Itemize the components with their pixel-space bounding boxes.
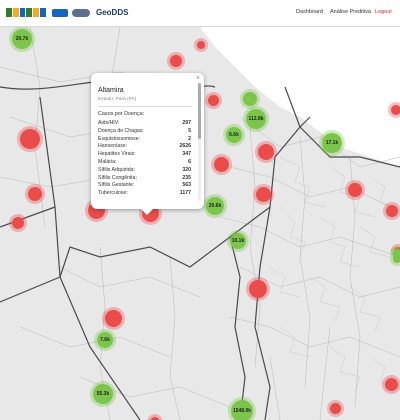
disease-row: Sífilis Adquirida: 320	[98, 167, 191, 175]
disease-name: Hepatites Virais:	[98, 151, 136, 158]
disease-name: Doença de Chagas:	[98, 127, 144, 134]
disease-count: 320	[182, 166, 191, 173]
institution-logo	[72, 9, 90, 17]
disease-count: 563	[182, 182, 191, 189]
cluster-marker[interactable]	[393, 249, 400, 263]
cluster-marker[interactable]: 55.3k	[93, 384, 113, 404]
cluster-marker[interactable]	[214, 157, 229, 172]
popup-heading: Casos por Doença:	[98, 111, 145, 117]
popup-divider	[98, 106, 192, 107]
disease-count: 2626	[179, 143, 191, 150]
popup-state: Estado: Pará (PA)	[98, 97, 137, 102]
nav-dashboard[interactable]: Dashboard	[296, 9, 323, 15]
popup-pointer	[141, 209, 153, 215]
cluster-marker[interactable]	[12, 217, 24, 229]
disease-count: 1177	[179, 190, 191, 197]
cluster-marker[interactable]: 20.7k	[12, 29, 32, 49]
disease-row: Hanseníase: 2626	[98, 143, 191, 151]
disease-count: 235	[182, 174, 191, 181]
cluster-marker[interactable]	[256, 187, 271, 202]
sus-logo	[52, 9, 68, 17]
disease-row: Tuberculose: 1177	[98, 190, 191, 198]
disease-row: Doença de Chagas: 5	[98, 128, 191, 136]
cluster-marker[interactable]: 20.6k	[206, 197, 224, 215]
cluster-marker[interactable]: 10.1k	[230, 233, 246, 249]
disease-row: Aids/HIV: 297	[98, 120, 191, 128]
cluster-marker[interactable]: 17.1k	[322, 133, 342, 153]
cluster-marker[interactable]	[249, 280, 267, 298]
disease-row: Esquistossomose: 2	[98, 136, 191, 144]
cluster-marker[interactable]: 1548.0k	[231, 400, 253, 420]
disease-count: 5	[188, 127, 191, 134]
disease-row: Malária: 6	[98, 159, 191, 167]
close-icon[interactable]: ×	[196, 75, 200, 82]
disease-row: Sífilis Congênita: 235	[98, 175, 191, 183]
disease-name: Sífilis Congênita:	[98, 174, 137, 181]
government-logo	[6, 8, 46, 17]
nav-logout[interactable]: Logout	[375, 9, 392, 15]
cluster-marker[interactable]	[20, 129, 40, 149]
popup-city-name: Altamira	[98, 87, 124, 94]
top-navbar: GeoDDS Dashboard Análise Preditiva Logou…	[0, 0, 400, 27]
cluster-marker[interactable]	[208, 95, 219, 106]
cluster-marker[interactable]	[197, 41, 205, 49]
popup-scrollbar[interactable]	[198, 83, 201, 201]
cluster-marker[interactable]	[105, 310, 122, 327]
cluster-marker[interactable]	[391, 105, 400, 115]
disease-count: 6	[188, 158, 191, 165]
disease-name: Sífilis Adquirida:	[98, 166, 135, 173]
cluster-marker[interactable]	[348, 183, 362, 197]
disease-list: Aids/HIV: 297 Doença de Chagas: 5 Esquisto…	[98, 120, 191, 198]
disease-count: 347	[182, 151, 191, 158]
disease-row: Hepatites Virais: 347	[98, 151, 191, 159]
disease-name: Aids/HIV:	[98, 120, 120, 126]
cluster-marker[interactable]: 7.6k	[97, 332, 113, 348]
disease-name: Hanseníase:	[98, 143, 128, 150]
app-brand: GeoDDS	[96, 8, 129, 17]
disease-name: Malária:	[98, 158, 117, 165]
cluster-marker[interactable]	[170, 55, 182, 67]
municipality-popup: × Altamira Estado: Pará (PA) Casos por D…	[91, 73, 204, 215]
disease-count: 2	[188, 135, 191, 142]
disease-name: Tuberculose:	[98, 190, 128, 197]
disease-name: Sífilis Gestante:	[98, 182, 135, 189]
cluster-marker[interactable]	[385, 378, 398, 391]
cluster-marker[interactable]	[386, 205, 398, 217]
disease-row: Sífilis Gestante: 563	[98, 182, 191, 190]
cluster-marker[interactable]: 112.8k	[246, 109, 266, 129]
cluster-marker[interactable]	[330, 403, 341, 414]
cluster-marker[interactable]: 6.6k	[226, 127, 242, 143]
cluster-marker[interactable]	[258, 144, 274, 160]
nav-predictive-analysis[interactable]: Análise Preditiva	[330, 9, 371, 15]
cluster-marker[interactable]	[243, 92, 257, 106]
disease-count: 297	[182, 120, 191, 126]
cluster-marker[interactable]	[28, 187, 42, 201]
scrollbar-thumb[interactable]	[198, 83, 201, 139]
disease-name: Esquistossomose:	[98, 135, 141, 142]
